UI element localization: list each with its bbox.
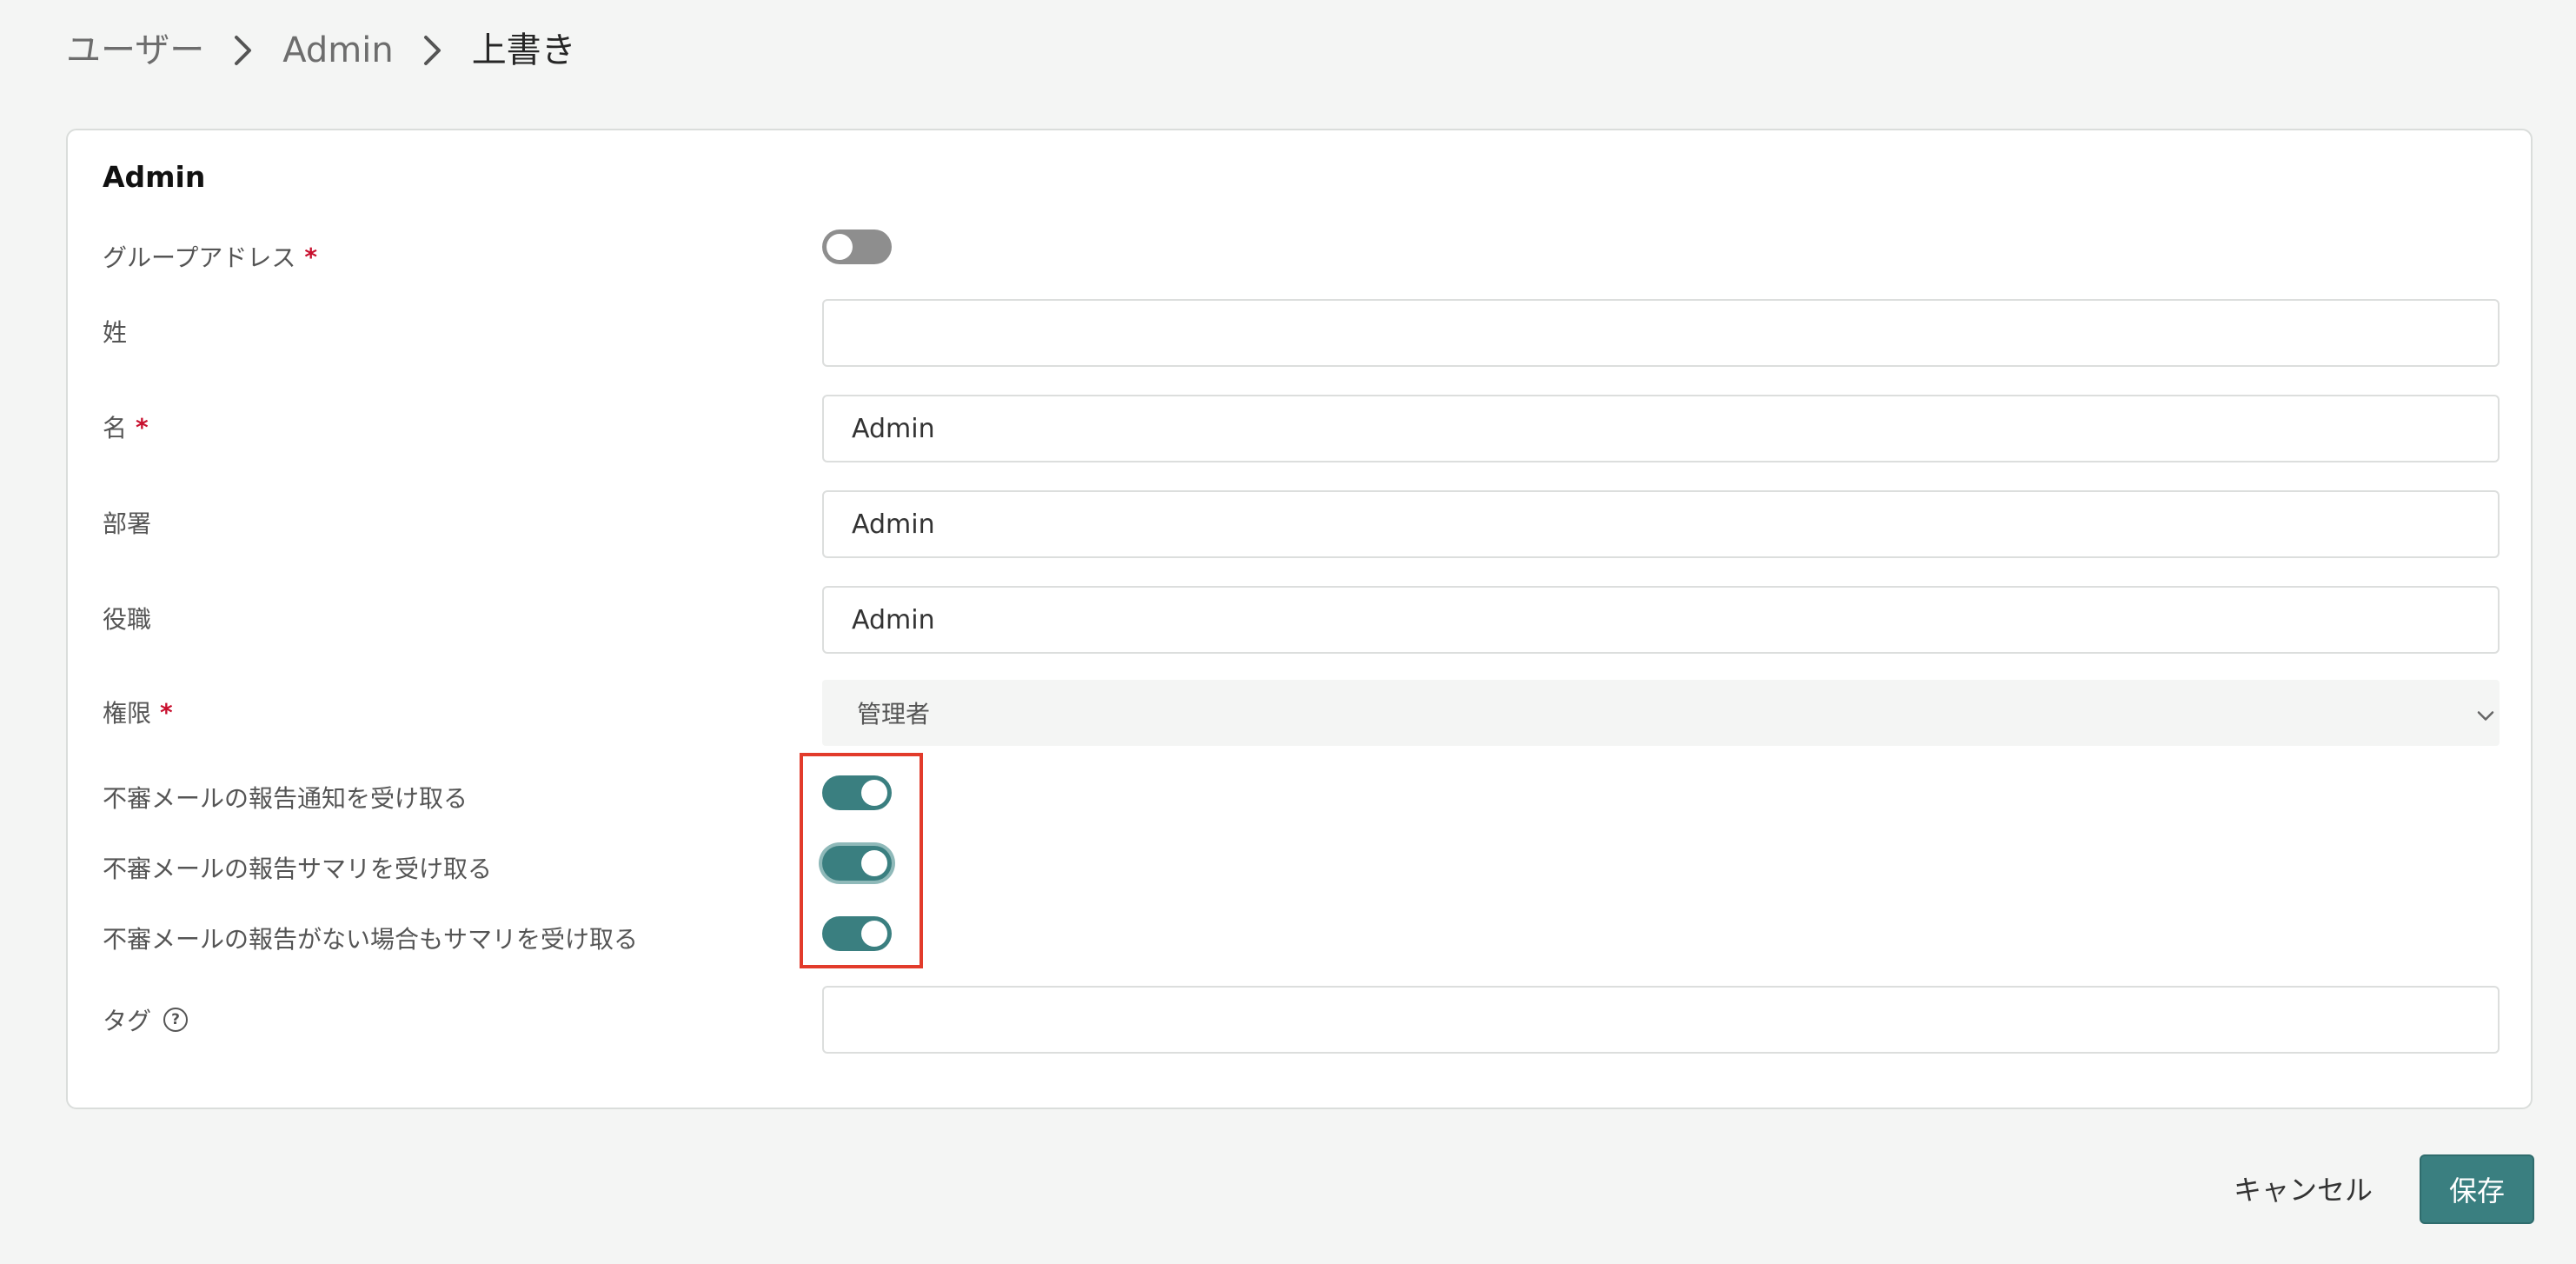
first-name-field[interactable] bbox=[822, 395, 2500, 462]
notify-report-toggle[interactable] bbox=[822, 775, 892, 810]
toggle-knob bbox=[827, 234, 853, 260]
department-label: 部署 bbox=[103, 509, 152, 538]
report-summary-label: 不審メールの報告サマリを受け取る bbox=[103, 855, 493, 883]
department-field[interactable] bbox=[822, 490, 2500, 558]
toggle-knob bbox=[861, 780, 887, 806]
group-address-toggle[interactable] bbox=[822, 230, 892, 264]
breadcrumb-admin[interactable]: Admin bbox=[282, 24, 393, 77]
required-marker: * bbox=[160, 697, 173, 727]
required-marker: * bbox=[304, 242, 317, 271]
role-selected-value: 管理者 bbox=[857, 700, 931, 728]
save-button[interactable]: 保存 bbox=[2420, 1154, 2534, 1224]
card-title: Admin bbox=[103, 160, 206, 194]
position-field[interactable] bbox=[822, 586, 2500, 654]
breadcrumb-current: 上書き bbox=[471, 30, 576, 70]
chevron-right-icon bbox=[423, 35, 442, 66]
cancel-button[interactable]: キャンセル bbox=[2218, 1153, 2388, 1224]
tags-label: タグ ? bbox=[103, 998, 189, 1041]
group-address-label: グループアドレス * bbox=[103, 242, 317, 273]
last-name-field[interactable] bbox=[822, 299, 2500, 367]
role-select[interactable]: 管理者 bbox=[822, 680, 2500, 746]
toggle-knob bbox=[861, 921, 887, 947]
breadcrumb-users[interactable]: ユーザー bbox=[66, 24, 204, 77]
summary-no-report-toggle[interactable] bbox=[822, 916, 892, 951]
tags-field[interactable] bbox=[822, 986, 2500, 1054]
role-label: 権限 * bbox=[103, 697, 173, 728]
position-label: 役職 bbox=[103, 605, 152, 634]
report-summary-toggle[interactable] bbox=[822, 846, 892, 881]
question-circle-icon[interactable]: ? bbox=[163, 1008, 189, 1032]
chevron-right-icon bbox=[234, 35, 253, 66]
chevron-down-icon bbox=[2477, 699, 2494, 728]
user-form-card: Admin グループアドレス * 姓 名 * 部署 役職 権限 * 管理者 不審… bbox=[66, 129, 2533, 1109]
toggle-knob bbox=[861, 850, 887, 876]
first-name-label: 名 * bbox=[103, 412, 149, 443]
notify-report-label: 不審メールの報告通知を受け取る bbox=[103, 784, 468, 813]
summary-no-report-label: 不審メールの報告がない場合もサマリを受け取る bbox=[103, 925, 639, 954]
required-marker: * bbox=[136, 412, 149, 442]
last-name-label: 姓 bbox=[103, 318, 128, 347]
breadcrumb: ユーザー Admin 上書き bbox=[66, 24, 576, 77]
